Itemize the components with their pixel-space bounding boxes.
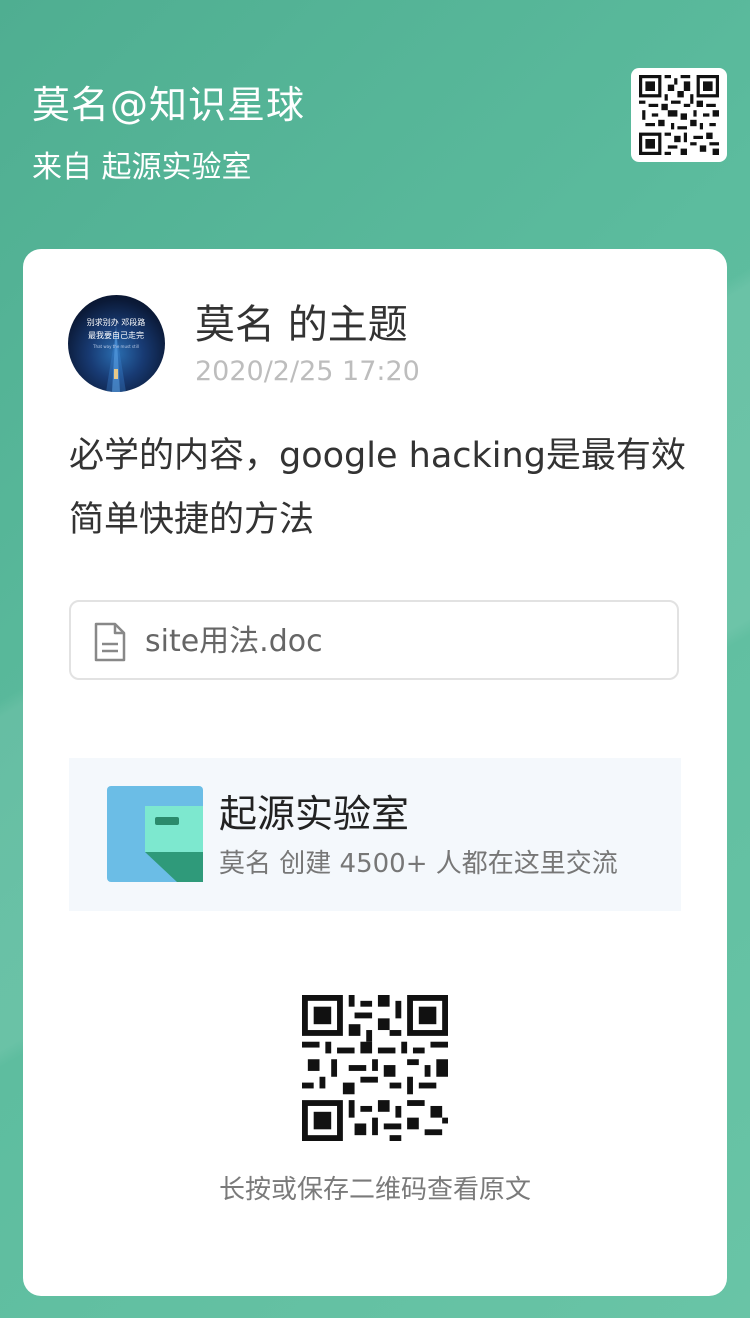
- avatar[interactable]: 别求别办 邓段路 最我要自己走完 That way the must still: [68, 295, 165, 392]
- qr-code-icon: [302, 995, 448, 1141]
- avatar-image: 别求别办 邓段路 最我要自己走完 That way the must still: [87, 317, 146, 392]
- group-info[interactable]: 起源实验室 莫名 创建 4500+ 人都在这里交流: [69, 758, 681, 911]
- group-description: 莫名 创建 4500+ 人都在这里交流: [219, 849, 618, 879]
- footer-qr-code[interactable]: [302, 995, 448, 1141]
- header-subtitle: 来自 起源实验室: [32, 150, 252, 185]
- qr-code-icon: [639, 75, 719, 155]
- attachment-file[interactable]: site用法.doc: [69, 600, 679, 680]
- header-qr-code[interactable]: [631, 68, 727, 162]
- post-content: 必学的内容，google hacking是最有效简单快捷的方法: [69, 436, 686, 540]
- document-icon: [94, 622, 126, 662]
- group-name: 起源实验室: [219, 792, 410, 836]
- planet-logo-icon: [107, 786, 203, 882]
- header-title: 莫名@知识星球: [32, 83, 306, 127]
- avatar-text-line1: 别求别办 邓段路: [87, 317, 146, 327]
- save-qr-hint: 长按或保存二维码查看原文: [218, 1175, 531, 1205]
- post-author[interactable]: 莫名 的主题: [195, 301, 408, 349]
- avatar-text-line2: 最我要自己走完: [88, 330, 144, 340]
- post-timestamp: 2020/2/25 17:20: [195, 356, 420, 387]
- avatar-text-line3: That way the must still: [92, 344, 139, 349]
- attachment-filename: site用法.doc: [145, 624, 323, 659]
- post-card: 别求别办 邓段路 最我要自己走完 That way the must still…: [23, 249, 727, 1296]
